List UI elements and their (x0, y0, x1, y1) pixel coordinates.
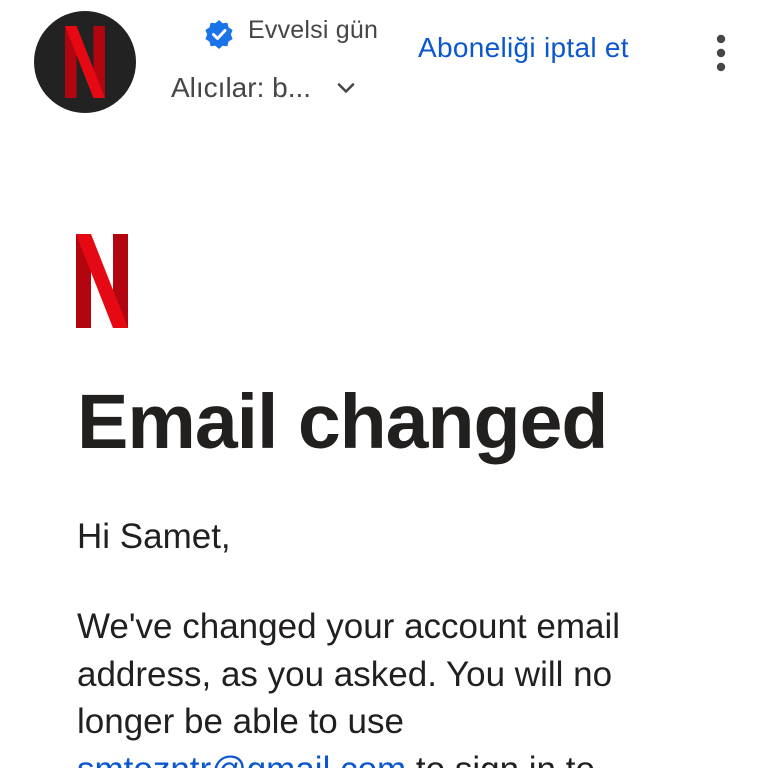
more-vert-icon[interactable] (704, 32, 738, 74)
email-heading: Email changed (77, 379, 608, 465)
greeting: Hi Samet, (77, 517, 231, 556)
recipients-toggle[interactable]: Alıcılar: b... (171, 70, 357, 106)
netflix-logo (76, 234, 128, 328)
recipients-label: Alıcılar: b... (171, 72, 312, 103)
message-line: address, as you asked. You will no (77, 654, 613, 694)
sender-avatar[interactable] (34, 11, 136, 113)
netflix-logo-avatar (65, 26, 105, 98)
message-tail: to sign in to (406, 750, 595, 768)
message-line: We've changed your account email (77, 607, 621, 646)
email-screen: Evvelsi gün Alıcılar: b... Aboneliği ipt… (0, 0, 768, 768)
verified-check-icon (205, 20, 233, 49)
sent-time: Evvelsi gün (248, 16, 379, 44)
old-email-link[interactable]: smtozntr@gmail.com (77, 750, 406, 768)
message-body: We've changed your account email address… (77, 603, 737, 768)
message-line: longer be able to use (77, 702, 404, 741)
chevron-down-icon (337, 83, 355, 93)
message-line-with-link: smtozntr@gmail.com to sign in to (77, 746, 737, 768)
unsubscribe-link[interactable]: Aboneliği iptal et (418, 32, 629, 64)
